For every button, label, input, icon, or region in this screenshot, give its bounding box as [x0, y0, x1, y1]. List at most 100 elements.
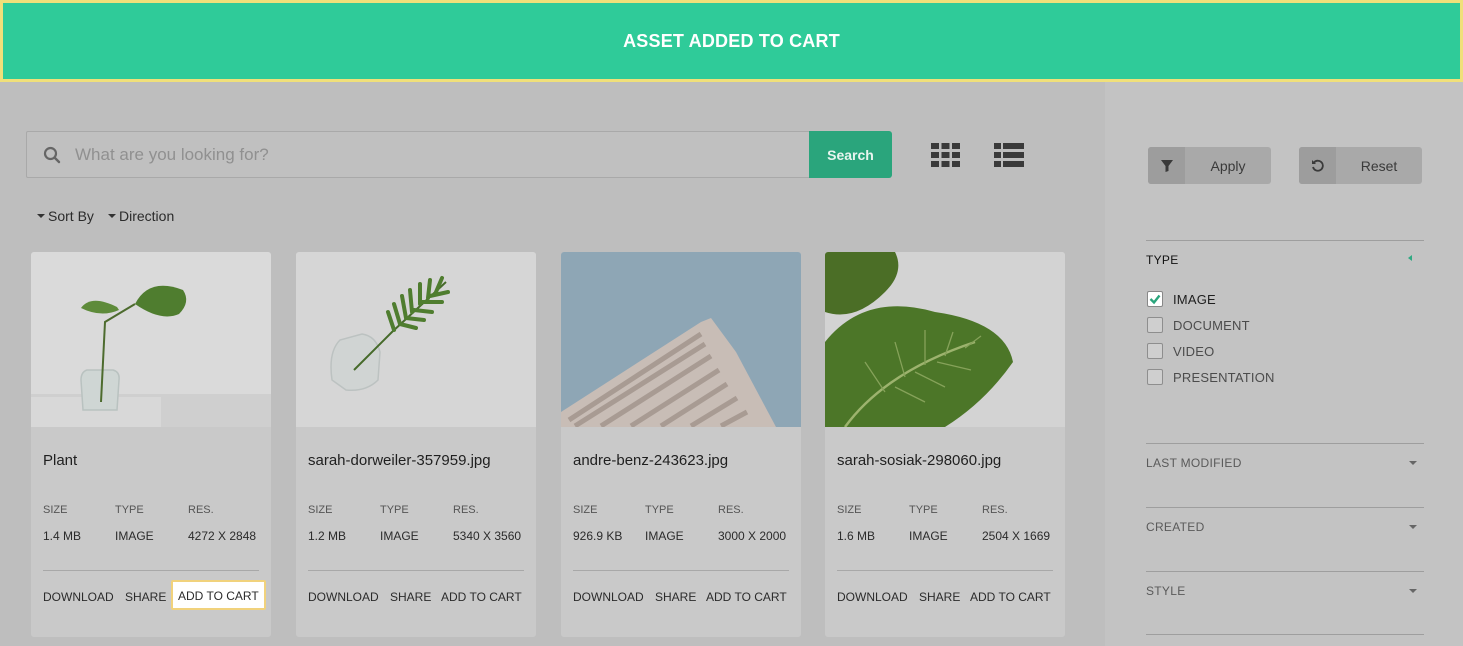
- type-label: TYPE: [645, 504, 674, 516]
- direction-label: Direction: [119, 208, 175, 224]
- reset-label: Reset: [1360, 157, 1398, 174]
- type-label: TYPE: [380, 504, 409, 516]
- checkbox[interactable]: [1147, 343, 1163, 359]
- list-view-icon[interactable]: [994, 143, 1024, 167]
- filter-sidebar: Apply Reset TYPE IMAGE DOCUMENT VIDEO PR…: [1105, 82, 1463, 646]
- asset-thumbnail[interactable]: [561, 252, 801, 427]
- reset-button[interactable]: Reset: [1299, 147, 1422, 184]
- direction-dropdown[interactable]: Direction: [108, 208, 174, 224]
- chevron-down-icon: [1409, 525, 1417, 529]
- asset-card[interactable]: Plant SIZE TYPE RES. 1.4 MB IMAGE 4272 X…: [31, 252, 271, 637]
- res-value: 2504 X 1669: [982, 529, 1051, 543]
- divider: [1146, 634, 1424, 635]
- apply-label: Apply: [1210, 157, 1246, 174]
- res-label: RES.: [982, 504, 1008, 516]
- size-label: SIZE: [837, 504, 862, 516]
- type-value: IMAGE: [909, 529, 948, 543]
- type-filter-header[interactable]: TYPE: [1146, 253, 1179, 267]
- type-value: IMAGE: [380, 529, 419, 543]
- toast-banner: ASSET ADDED TO CART: [0, 0, 1463, 83]
- asset-title: andre-benz-243623.jpg: [573, 452, 729, 469]
- divider: [43, 570, 259, 571]
- asset-card[interactable]: sarah-dorweiler-357959.jpg SIZE TYPE RES…: [296, 252, 536, 637]
- size-label: SIZE: [308, 504, 333, 516]
- main-content: Search Sort By Direction Plant SI: [0, 82, 1105, 646]
- share-link[interactable]: SHARE: [655, 590, 696, 604]
- download-link[interactable]: DOWNLOAD: [837, 590, 908, 604]
- download-link[interactable]: DOWNLOAD: [573, 590, 644, 604]
- res-label: RES.: [718, 504, 744, 516]
- option-label: DOCUMENT: [1173, 317, 1250, 333]
- checkbox[interactable]: [1147, 317, 1163, 333]
- asset-title: sarah-sosiak-298060.jpg: [837, 452, 1002, 469]
- add-to-cart-button[interactable]: ADD TO CART: [970, 590, 1051, 604]
- type-option-video[interactable]: VIDEO: [1147, 343, 1214, 359]
- caret-down-icon: [108, 214, 116, 218]
- created-filter-header[interactable]: CREATED: [1146, 520, 1205, 534]
- size-label: SIZE: [43, 504, 68, 516]
- grid-view-icon[interactable]: [931, 143, 960, 167]
- add-to-cart-button[interactable]: ADD TO CART: [706, 590, 787, 604]
- divider: [1146, 443, 1424, 444]
- chevron-down-icon: [1409, 461, 1417, 465]
- size-value: 926.9 KB: [573, 529, 623, 543]
- asset-thumbnail[interactable]: [31, 252, 271, 427]
- size-value: 1.6 MB: [837, 529, 876, 543]
- option-label: IMAGE: [1173, 291, 1216, 307]
- divider: [837, 570, 1053, 571]
- type-value: IMAGE: [115, 529, 154, 543]
- divider: [1146, 571, 1424, 572]
- asset-title: sarah-dorweiler-357959.jpg: [308, 452, 491, 469]
- share-link[interactable]: SHARE: [390, 590, 431, 604]
- search-input[interactable]: [75, 132, 795, 177]
- type-value: IMAGE: [645, 529, 684, 543]
- caret-down-icon: [37, 214, 45, 218]
- search-box[interactable]: [26, 131, 810, 178]
- option-label: VIDEO: [1173, 343, 1215, 359]
- res-value: 5340 X 3560: [453, 529, 522, 543]
- res-value: 4272 X 2848: [188, 529, 257, 543]
- toast-message: ASSET ADDED TO CART: [623, 30, 840, 51]
- res-value: 3000 X 2000: [718, 529, 787, 543]
- asset-card[interactable]: sarah-sosiak-298060.jpg SIZE TYPE RES. 1…: [825, 252, 1065, 637]
- search-icon: [43, 146, 61, 164]
- checkbox[interactable]: [1147, 369, 1163, 385]
- res-label: RES.: [188, 504, 214, 516]
- size-value: 1.4 MB: [43, 529, 82, 543]
- type-label: TYPE: [909, 504, 938, 516]
- sort-by-label: Sort By: [48, 208, 94, 224]
- undo-icon: [1299, 147, 1336, 184]
- search-button[interactable]: Search: [809, 131, 892, 178]
- type-label: TYPE: [115, 504, 144, 516]
- type-option-presentation[interactable]: PRESENTATION: [1147, 369, 1275, 385]
- type-option-image[interactable]: IMAGE: [1147, 291, 1216, 307]
- asset-title: Plant: [43, 452, 78, 469]
- divider: [308, 570, 524, 571]
- last-modified-filter-header[interactable]: LAST MODIFIED: [1146, 456, 1242, 470]
- sort-by-dropdown[interactable]: Sort By: [37, 208, 94, 224]
- download-link[interactable]: DOWNLOAD: [43, 590, 114, 604]
- type-option-document[interactable]: DOCUMENT: [1147, 317, 1250, 333]
- size-value: 1.2 MB: [308, 529, 347, 543]
- checkmark-icon: [1149, 294, 1161, 305]
- divider: [1146, 240, 1424, 241]
- filter-icon: [1148, 147, 1185, 184]
- asset-thumbnail[interactable]: [825, 252, 1065, 427]
- option-label: PRESENTATION: [1173, 369, 1275, 385]
- res-label: RES.: [453, 504, 479, 516]
- asset-card[interactable]: andre-benz-243623.jpg SIZE TYPE RES. 926…: [561, 252, 801, 637]
- caret-left-icon: [1408, 255, 1412, 261]
- chevron-down-icon: [1409, 589, 1417, 593]
- divider: [1146, 507, 1424, 508]
- share-link[interactable]: SHARE: [919, 590, 960, 604]
- checkbox-checked[interactable]: [1147, 291, 1163, 307]
- divider: [573, 570, 789, 571]
- add-to-cart-button[interactable]: ADD TO CART: [441, 590, 522, 604]
- share-link[interactable]: SHARE: [125, 590, 166, 604]
- size-label: SIZE: [573, 504, 598, 516]
- add-to-cart-button[interactable]: ADD TO CART: [171, 580, 266, 610]
- download-link[interactable]: DOWNLOAD: [308, 590, 379, 604]
- style-filter-header[interactable]: STYLE: [1146, 584, 1186, 598]
- asset-thumbnail[interactable]: [296, 252, 536, 427]
- apply-button[interactable]: Apply: [1148, 147, 1271, 184]
